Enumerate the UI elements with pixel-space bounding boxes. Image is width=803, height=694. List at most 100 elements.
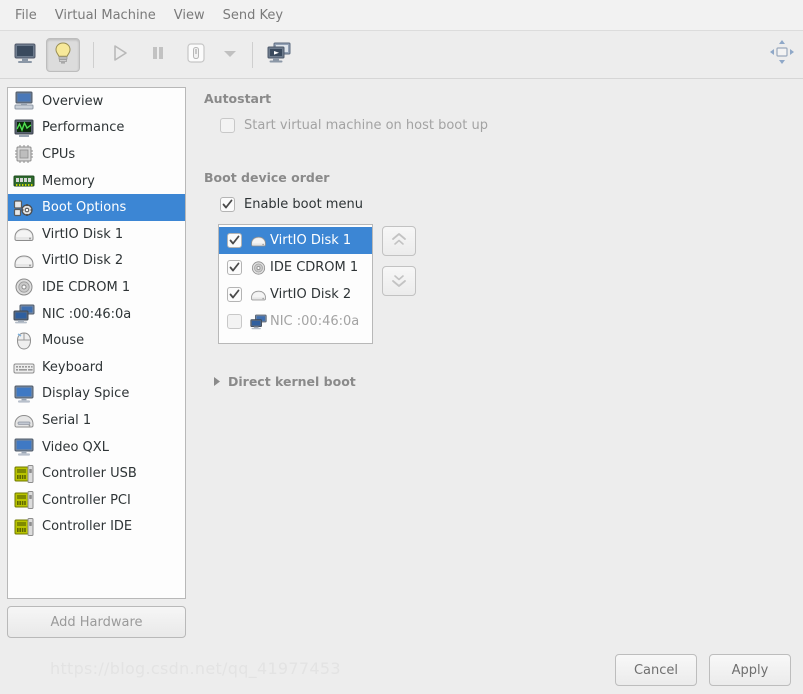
sidebar-item-virtio-disk-1[interactable]: VirtIO Disk 1	[8, 221, 185, 248]
sidebar-item-label: Boot Options	[42, 200, 127, 216]
run-play-icon	[110, 43, 130, 66]
memory-ram-icon	[13, 171, 35, 191]
sidebar-item-serial-1[interactable]: Serial 1	[8, 407, 185, 434]
sidebar-item-memory[interactable]: Memory	[8, 168, 185, 195]
direct-kernel-boot-expander[interactable]: Direct kernel boot	[210, 374, 789, 389]
boot-device-checkbox[interactable]	[227, 314, 242, 329]
menu-virtual-machine[interactable]: Virtual Machine	[46, 4, 165, 27]
sidebar-item-label: Performance	[42, 120, 125, 136]
keyboard-icon	[13, 357, 35, 377]
enable-boot-menu-row[interactable]: Enable boot menu	[220, 197, 789, 212]
autostart-section-title: Autostart	[204, 91, 272, 106]
watermark-text: https://blog.csdn.net/qq_41977453	[50, 659, 341, 678]
sidebar-item-mouse[interactable]: Mouse	[8, 327, 185, 354]
boot-options-panel: Autostart Start virtual machine on host …	[192, 79, 803, 646]
harddisk-icon	[250, 233, 267, 249]
network-icon	[13, 304, 35, 324]
shutdown-button[interactable]	[179, 38, 213, 72]
sidebar-item-label: Keyboard	[42, 359, 104, 375]
sidebar-item-label: CPUs	[42, 146, 76, 162]
sidebar-item-label: VirtIO Disk 2	[42, 253, 124, 269]
controller-card-icon	[13, 517, 35, 537]
boot-device-row[interactable]: NIC :00:46:0a	[219, 308, 372, 335]
toolbar-separator-1	[93, 41, 94, 68]
boot-device-label: VirtIO Disk 2	[270, 287, 352, 302]
cancel-button[interactable]: Cancel	[615, 654, 697, 686]
boot-device-checkbox[interactable]	[227, 233, 242, 248]
performance-graph-icon	[13, 118, 35, 138]
add-hardware-button[interactable]: Add Hardware	[7, 606, 186, 638]
boot-device-label: NIC :00:46:0a	[270, 314, 360, 329]
sidebar-item-boot-options[interactable]: Boot Options	[8, 194, 185, 221]
controller-card-icon	[13, 490, 35, 510]
shutdown-dropdown-button[interactable]	[217, 38, 243, 72]
sidebar-item-label: Video QXL	[42, 439, 109, 455]
move-up-button[interactable]	[382, 226, 416, 256]
boot-device-row[interactable]: VirtIO Disk 1	[219, 227, 372, 254]
boot-device-list[interactable]: VirtIO Disk 1 IDE CDROM 1 VirtIO Disk 2 NIC…	[218, 224, 373, 344]
harddisk-icon	[13, 251, 35, 271]
sidebar-item-keyboard[interactable]: Keyboard	[8, 354, 185, 381]
apply-button[interactable]: Apply	[709, 654, 791, 686]
sidebar-item-controller-usb[interactable]: Controller USB	[8, 460, 185, 487]
sidebar-item-virtio-disk-2[interactable]: VirtIO Disk 2	[8, 248, 185, 275]
sidebar-item-label: Mouse	[42, 333, 85, 349]
sidebar-item-label: Controller IDE	[42, 519, 133, 535]
display-icon	[13, 384, 35, 404]
sidebar-item-label: Controller USB	[42, 466, 137, 482]
sidebar-item-label: Overview	[42, 93, 104, 109]
sidebar-item-label: Controller PCI	[42, 492, 131, 508]
fullscreen-expand-icon	[769, 39, 795, 68]
sidebar-item-nic-00-46-0a[interactable]: NIC :00:46:0a	[8, 301, 185, 328]
autostart-checkbox-label: Start virtual machine on host boot up	[244, 118, 488, 133]
fullscreen-button[interactable]	[767, 38, 797, 68]
shutdown-icon	[185, 42, 207, 67]
sidebar-item-label: Memory	[42, 173, 95, 189]
console-monitor-button[interactable]	[8, 38, 42, 72]
boot-device-checkbox[interactable]	[227, 287, 242, 302]
sidebar-item-video-qxl[interactable]: Video QXL	[8, 434, 185, 461]
boot-device-row[interactable]: IDE CDROM 1	[219, 254, 372, 281]
pause-icon	[149, 44, 167, 65]
sidebar-item-label: VirtIO Disk 1	[42, 226, 124, 242]
boot-device-row[interactable]: VirtIO Disk 2	[219, 281, 372, 308]
sidebar-item-cpus[interactable]: CPUs	[8, 141, 185, 168]
enable-boot-menu-label: Enable boot menu	[244, 197, 363, 212]
autostart-checkbox-row[interactable]: Start virtual machine on host boot up	[220, 118, 789, 133]
harddisk-icon	[250, 287, 267, 303]
harddisk-icon	[13, 224, 35, 244]
sidebar-item-controller-ide[interactable]: Controller IDE	[8, 514, 185, 541]
menu-file[interactable]: File	[6, 4, 46, 27]
sidebar-item-controller-pci[interactable]: Controller PCI	[8, 487, 185, 514]
serial-port-icon	[13, 410, 35, 430]
pause-button[interactable]	[141, 38, 175, 72]
enable-boot-menu-checkbox[interactable]	[220, 197, 235, 212]
direct-kernel-boot-label: Direct kernel boot	[228, 374, 356, 389]
autostart-checkbox[interactable]	[220, 118, 235, 133]
boot-options-icon	[13, 198, 35, 218]
boot-device-checkbox[interactable]	[227, 260, 242, 275]
chevron-down-icon	[223, 47, 237, 62]
sidebar-item-label: NIC :00:46:0a	[42, 306, 132, 322]
sidebar-item-ide-cdrom-1[interactable]: IDE CDROM 1	[8, 274, 185, 301]
snapshots-button[interactable]	[262, 38, 296, 72]
hardware-sidebar: Overview Performance CPUs Memory Boot Option…	[0, 79, 192, 646]
move-down-button[interactable]	[382, 266, 416, 296]
menu-send-key[interactable]: Send Key	[214, 4, 292, 27]
boot-device-label: IDE CDROM 1	[270, 260, 359, 275]
snapshots-icon	[266, 42, 292, 67]
hardware-list[interactable]: Overview Performance CPUs Memory Boot Option…	[7, 87, 186, 599]
sidebar-item-performance[interactable]: Performance	[8, 115, 185, 142]
cdrom-icon	[13, 277, 35, 297]
cpu-chip-icon	[13, 144, 35, 164]
run-button[interactable]	[103, 38, 137, 72]
sidebar-item-overview[interactable]: Overview	[8, 88, 185, 115]
show-details-button[interactable]	[46, 37, 80, 72]
sidebar-item-display-spice[interactable]: Display Spice	[8, 381, 185, 408]
boot-device-label: VirtIO Disk 1	[270, 233, 352, 248]
menu-view[interactable]: View	[165, 4, 214, 27]
boot-order-section-title: Boot device order	[204, 170, 330, 185]
boot-device-area: VirtIO Disk 1 IDE CDROM 1 VirtIO Disk 2 NIC…	[218, 224, 789, 344]
move-up-icon	[390, 232, 408, 251]
move-down-icon	[390, 272, 408, 291]
